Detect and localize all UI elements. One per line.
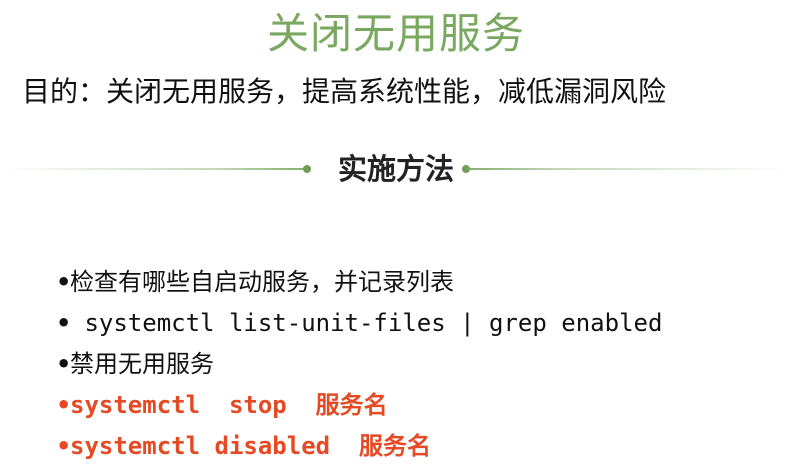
command-text: systemctl disabled <box>70 432 359 460</box>
bullet: • <box>56 309 72 337</box>
slide: 关闭无用服务 目的：关闭无用服务，提高系统性能，减低漏洞风险 实施方法 •检查有… <box>0 0 792 474</box>
slide-title: 关闭无用服务 <box>266 9 525 58</box>
purpose-statement: 目的：关闭无用服务，提高系统性能，减低漏洞风险 <box>22 75 667 108</box>
command-argument: 服务名 <box>358 432 431 460</box>
list-item: •systemctl disabled 服务名 <box>56 426 662 467</box>
list-item: •systemctl stop 服务名 <box>56 385 662 426</box>
bullet: • <box>56 432 72 460</box>
command-argument: 服务名 <box>315 391 388 419</box>
bullet: • <box>56 350 72 378</box>
list-item-text: 检查有哪些自启动服务，并记录列表 <box>70 268 454 296</box>
command-text: systemctl stop <box>70 391 316 419</box>
list-item: • systemctl list-unit-files | grep enabl… <box>56 303 662 344</box>
section-divider: 实施方法 <box>0 140 792 200</box>
list-item: •禁用无用服务 <box>56 344 662 385</box>
list-item-text: 禁用无用服务 <box>70 350 214 378</box>
bullet: • <box>56 391 72 419</box>
bullet: • <box>56 268 72 296</box>
list-item: •检查有哪些自启动服务，并记录列表 <box>56 262 662 303</box>
divider-line-right <box>466 168 792 170</box>
command-text: systemctl list-unit-files | grep enabled <box>70 309 663 337</box>
steps-list: •检查有哪些自启动服务，并记录列表 • systemctl list-unit-… <box>56 262 662 467</box>
